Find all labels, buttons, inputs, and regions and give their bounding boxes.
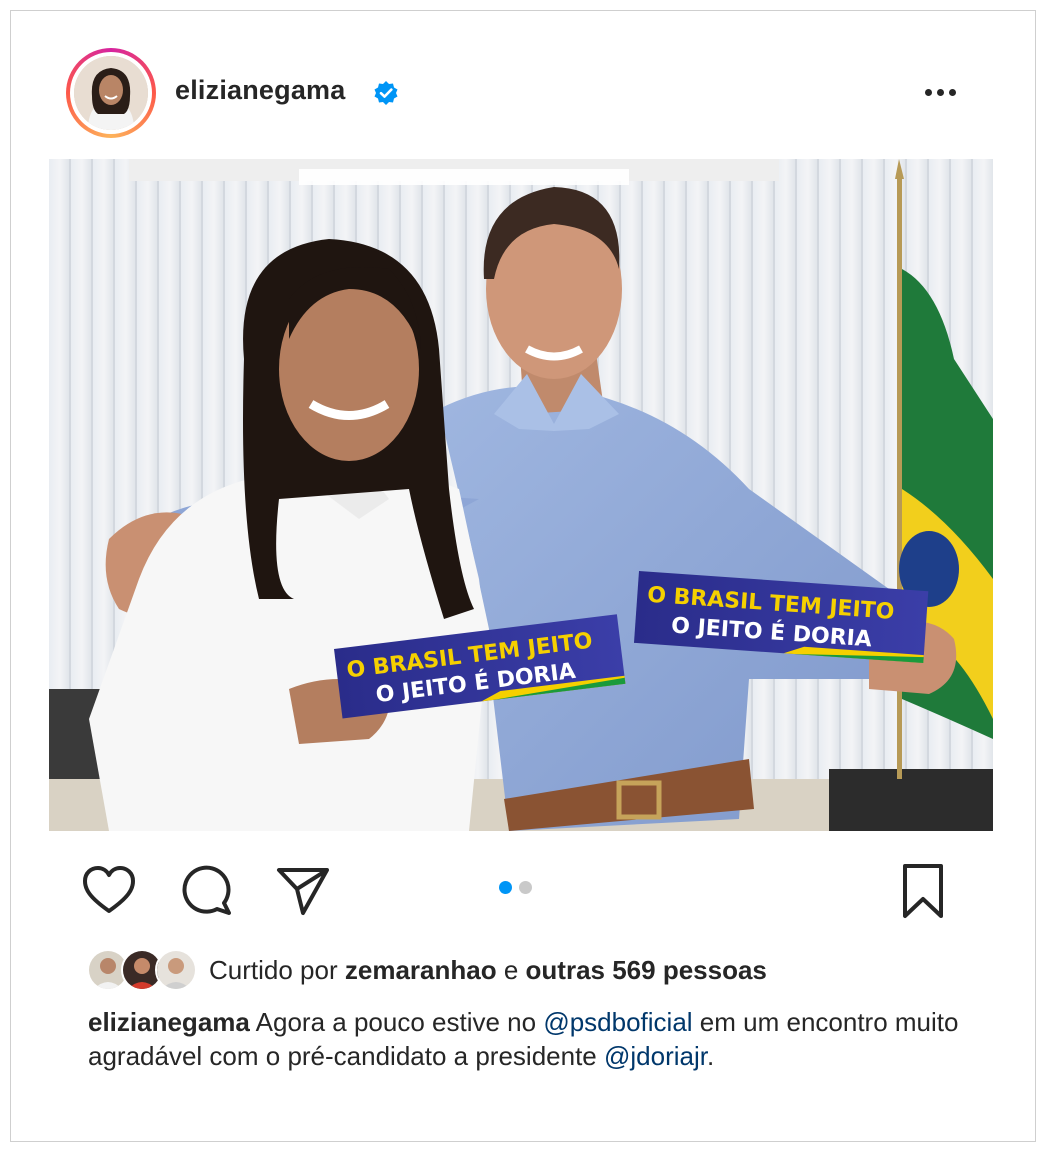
username[interactable]: elizianegama <box>175 75 345 106</box>
story-ring[interactable] <box>66 48 156 138</box>
carousel-dot-active <box>499 881 512 894</box>
caption-text: . <box>706 1041 715 1071</box>
liker-username[interactable]: zemaranhao <box>345 955 497 985</box>
avatar[interactable] <box>74 56 148 130</box>
caption-text: Agora a pouco estive no <box>255 1007 537 1037</box>
carousel-dot <box>519 881 532 894</box>
caption-username[interactable]: elizianegama <box>88 1007 250 1037</box>
likes-text: Curtido por zemaranhao e outras 569 pess… <box>209 955 767 985</box>
post-caption: elizianegama Agora a pouco estive no @ps… <box>88 1005 988 1073</box>
heart-icon[interactable] <box>79 861 139 921</box>
more-options-icon[interactable] <box>917 77 963 107</box>
post-header: elizianegama <box>11 11 1035 161</box>
bookmark-icon[interactable] <box>893 861 953 921</box>
post-actions <box>11 851 1035 921</box>
verified-badge-icon <box>374 81 398 105</box>
post-photo-image: O BRASIL TEM JEITO O JEITO É DORIA O BRA… <box>49 159 993 831</box>
post-card: elizianegama O BRASIL TEM JEITO O JEITO … <box>10 10 1036 1142</box>
post-photo[interactable]: O BRASIL TEM JEITO O JEITO É DORIA O BRA… <box>49 159 993 831</box>
send-icon[interactable] <box>273 861 333 921</box>
liker-avatar[interactable] <box>155 949 197 991</box>
mention-psdboficial[interactable]: @psdboficial <box>543 1007 692 1037</box>
avatar-image <box>74 56 148 130</box>
comment-icon[interactable] <box>177 861 237 921</box>
likes-count[interactable]: outras 569 pessoas <box>526 955 767 985</box>
carousel-indicator <box>499 881 532 894</box>
mention-jdoriajr[interactable]: @jdoriajr <box>604 1041 707 1071</box>
likes-row: Curtido por zemaranhao e outras 569 pess… <box>87 949 987 991</box>
